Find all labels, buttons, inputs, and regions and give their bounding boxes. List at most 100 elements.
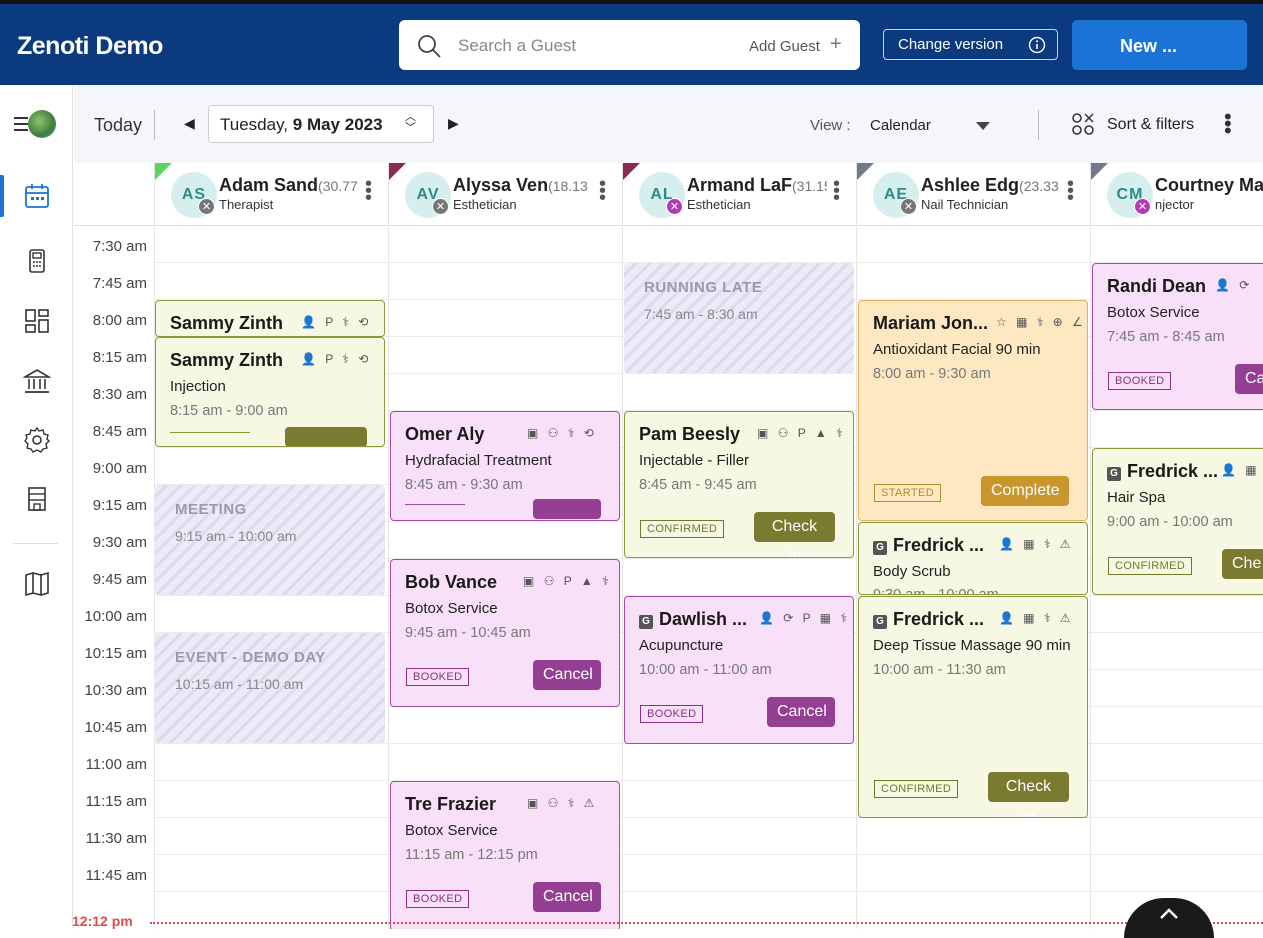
sort-filters-button[interactable]: Sort & filters [1107, 116, 1194, 134]
add-guest-link[interactable]: Add Guest [749, 38, 820, 55]
provider-color-flag [389, 163, 406, 180]
provider-name: Ashlee Edg [921, 175, 1020, 195]
group-booking-icon: G [639, 615, 653, 629]
provider-menu-icon[interactable]: • • • [833, 174, 840, 208]
close-icon[interactable]: ✕ [900, 198, 917, 215]
more-options-icon[interactable]: • • • [1224, 106, 1232, 142]
blocked-time-running-late[interactable]: RUNNING LATE 7:45 am - 8:30 am [624, 263, 854, 373]
time-label: 10:45 am [84, 719, 147, 736]
building-icon[interactable] [23, 485, 51, 513]
active-indicator [0, 175, 4, 217]
info-icon[interactable] [1028, 36, 1046, 54]
truncated-action-button[interactable] [533, 499, 601, 519]
time-label: 9:15 am [92, 497, 147, 514]
guest-name: Randi Dean [1107, 276, 1207, 296]
appointment-flags-icon: ▣ ⚇ P ▲ ⚕ [757, 426, 846, 440]
next-day-icon[interactable]: ▶ [448, 115, 459, 132]
appointment-card[interactable]: Tre Frazier ▣ ⚇ ⚕ ⚠ Botox Service 11:15 … [390, 781, 620, 929]
grid-line [155, 780, 1263, 781]
appointment-card[interactable]: G Dawlish ... 👤 ⟳ P ▦ ⚕ Acupuncture 10:00… [624, 596, 854, 744]
new-button-label: New ... [1120, 36, 1178, 56]
column-divider [856, 227, 857, 929]
date-spinner-icon[interactable]: ︿ ﹀ [405, 112, 416, 134]
check-in-button[interactable]: Che [1222, 549, 1263, 579]
service-name: Hair Spa [1107, 489, 1166, 506]
close-icon[interactable]: ✕ [1134, 198, 1151, 215]
time-label: 8:00 am [92, 312, 147, 329]
close-icon[interactable]: ✕ [198, 198, 215, 215]
date-picker[interactable]: Tuesday, 9 May 2023 ︿ ﹀ [208, 105, 434, 143]
appointment-card[interactable]: Omer Aly ▣ ⚇ ⚕ ⟲ Hydrafacial Treatment 8… [390, 411, 620, 521]
new-button[interactable]: New ... [1072, 20, 1247, 70]
grid-line [155, 817, 1263, 818]
menu-toggle[interactable] [14, 110, 58, 140]
provider-menu-icon[interactable]: • • • [1067, 174, 1074, 208]
bank-icon[interactable] [23, 367, 51, 395]
pos-terminal-icon[interactable] [23, 247, 51, 275]
appointment-card[interactable]: Bob Vance ▣ ⚇ P ▲ ⚕ Botox Service 9:45 a… [390, 559, 620, 707]
user-avatar[interactable] [28, 110, 56, 138]
time-column: 7:30 am 7:45 am 8:00 am 8:15 am 8:30 am … [74, 227, 155, 929]
appointment-card[interactable]: G Fredrick ... 👤 ▦ ⚕ ⚠ Body Scrub 9:30 am… [858, 522, 1088, 595]
provider-utilization: (31.15 [792, 178, 827, 194]
provider-column-header[interactable]: AS ✕ Adam Sand(30.77 Therapist • • • [154, 163, 388, 226]
appointment-card[interactable]: Sammy Zinth 👤 P ⚕ ⟲ [155, 300, 385, 337]
change-version-button[interactable]: Change version [883, 29, 1058, 60]
provider-menu-icon[interactable]: • • • [365, 174, 372, 208]
appointment-card[interactable]: Sammy Zinth 👤 P ⚕ ⟲ Injection 8:15 am - … [155, 337, 385, 447]
book-icon[interactable] [23, 570, 51, 598]
column-divider [1090, 227, 1091, 929]
plus-icon[interactable]: + [830, 33, 842, 56]
provider-role: Therapist [219, 197, 274, 212]
appointment-card[interactable]: Pam Beesly ▣ ⚇ P ▲ ⚕ Injectable - Filler… [624, 411, 854, 558]
cancel-button[interactable]: Ca [1235, 364, 1263, 394]
time-label: 7:45 am [92, 275, 147, 292]
cancel-button[interactable]: Cancel [533, 882, 601, 912]
provider-column-header[interactable]: AE ✕ Ashlee Edg(23.33 Nail Technician • •… [856, 163, 1090, 226]
check-in-button[interactable]: Check In [754, 512, 835, 557]
appointment-card[interactable]: Randi Dean 👤 ⟳ Botox Service 7:45 am - 8… [1092, 263, 1263, 410]
provider-column-header[interactable]: AV ✕ Alyssa Ven(18.13 Esthetician • • • [388, 163, 622, 226]
close-icon[interactable]: ✕ [432, 198, 449, 215]
view-select[interactable]: Calendar [870, 117, 931, 134]
appointment-card[interactable]: G Fredrick ... 👤 ▦ Hair Spa 9:00 am - 10:… [1092, 448, 1263, 595]
today-button[interactable]: Today [94, 115, 142, 136]
provider-utilization: (23.33 [1019, 178, 1059, 194]
dashboard-icon[interactable] [23, 307, 51, 335]
provider-name: Courtney Ma [1155, 175, 1263, 195]
truncated-action-button[interactable] [285, 427, 367, 446]
service-name: Hydrafacial Treatment [405, 452, 552, 469]
prev-day-icon[interactable]: ◀ [184, 115, 195, 132]
block-title: MEETING [175, 501, 247, 518]
close-icon[interactable]: ✕ [666, 198, 683, 215]
check-in-button[interactable]: Check In [988, 772, 1069, 817]
complete-button[interactable]: Complete [981, 476, 1069, 506]
status-badge: CONFIRMED [640, 520, 725, 538]
time-label: 10:30 am [84, 682, 147, 699]
time-label: 8:15 am [92, 349, 147, 366]
appointment-card[interactable]: Mariam Jon... ☆ ▦ ⚕ ⊕ ∠ Antioxidant Faci… [858, 300, 1088, 521]
appointment-flags-icon: ▣ ⚇ P ▲ ⚕ [523, 574, 612, 588]
cancel-button[interactable]: Cancel [767, 697, 835, 727]
search-icon [418, 35, 441, 58]
provider-color-flag [857, 163, 874, 180]
gear-icon[interactable] [23, 426, 51, 454]
appointment-card[interactable]: G Fredrick ... 👤 ▦ ⚕ ⚠ Deep Tissue Massag… [858, 596, 1088, 818]
provider-column-header[interactable]: CM ✕ Courtney Ma njector [1090, 163, 1263, 226]
caret-down-icon[interactable] [976, 122, 990, 130]
blocked-time-meeting[interactable]: MEETING 9:15 am - 10:00 am [155, 485, 385, 595]
guest-name-text: Fredrick ... [1127, 461, 1219, 481]
appointment-flags-icon: ☆ ▦ ⚕ ⊕ ∠ [996, 315, 1086, 329]
cancel-button[interactable]: Cancel [533, 660, 601, 690]
current-time-label: 12:12 pm [72, 913, 133, 929]
search-input[interactable]: Search a Guest [458, 36, 576, 56]
calendar-icon[interactable] [23, 182, 51, 210]
blocked-time-event[interactable]: EVENT - DEMO DAY 10:15 am - 11:00 am [155, 633, 385, 743]
appointment-flags-icon: 👤 P ⚕ ⟲ [301, 352, 372, 366]
grid-line [155, 891, 1263, 892]
sort-filter-icon[interactable] [1072, 113, 1094, 135]
provider-menu-icon[interactable]: • • • [599, 174, 606, 208]
provider-color-flag [1091, 163, 1108, 180]
provider-column-header[interactable]: AL ✕ Armand LaF(31.15 Esthetician ••• [622, 163, 856, 226]
guest-search-bar[interactable]: Search a Guest Add Guest + [399, 20, 860, 70]
